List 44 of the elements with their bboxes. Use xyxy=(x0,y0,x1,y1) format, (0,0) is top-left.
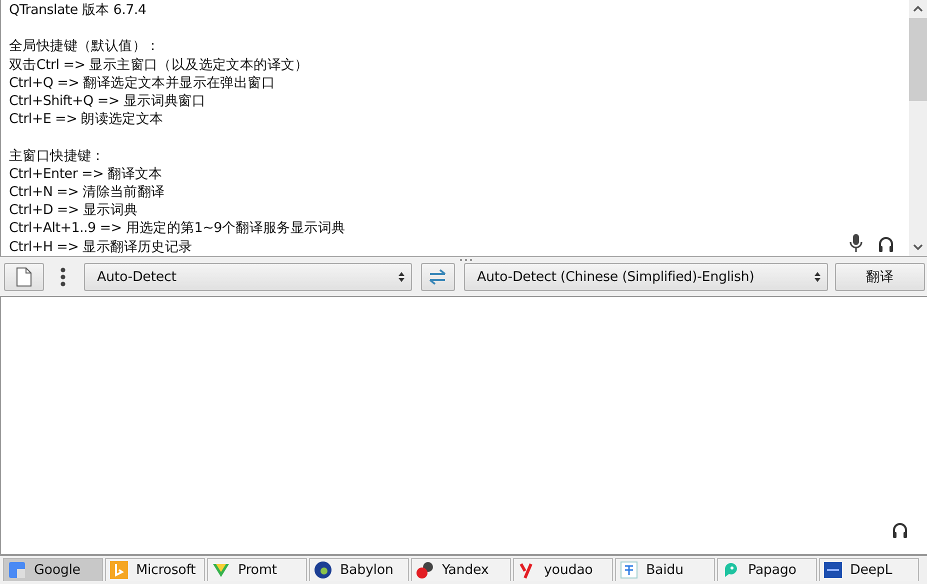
more-options-icon[interactable] xyxy=(60,266,66,286)
service-logo-icon xyxy=(722,561,740,579)
source-language-dropdown[interactable]: Auto-Detect xyxy=(84,262,412,290)
scrollbar[interactable] xyxy=(909,0,927,256)
swap-languages-button[interactable] xyxy=(421,262,455,290)
service-tab[interactable]: Yandex xyxy=(411,558,511,581)
dropdown-arrows-icon xyxy=(814,270,821,282)
target-language-dropdown[interactable]: Auto-Detect (Chinese (Simplified)-English) xyxy=(464,262,828,290)
service-tab[interactable]: Promt xyxy=(207,558,307,581)
headphones-icon[interactable] xyxy=(877,236,895,252)
text-line: Ctrl+E => 朗读选定文本 xyxy=(9,110,164,128)
text-line: Ctrl+H => 显示翻译历史记录 xyxy=(9,238,192,256)
translate-button[interactable]: 翻译 xyxy=(835,262,925,290)
text-line: 全局快捷键（默认值）： xyxy=(9,37,160,56)
service-tab[interactable]: Papago xyxy=(717,558,817,581)
microphone-icon[interactable] xyxy=(849,234,863,252)
service-logo-icon xyxy=(8,561,26,579)
service-tab[interactable]: Babylon xyxy=(309,558,409,581)
text-line: QTranslate 版本 6.7.4 xyxy=(9,1,146,20)
text-line: Ctrl+Enter => 翻译文本 xyxy=(9,164,162,183)
new-document-button[interactable] xyxy=(4,262,44,290)
service-tab[interactable]: DeepL xyxy=(819,558,919,581)
text-line: Ctrl+N => 清除当前翻译 xyxy=(9,183,165,202)
text-line: Ctrl+Q => 翻译选定文本并显示在弹出窗口 xyxy=(9,74,275,92)
service-logo-icon xyxy=(824,561,842,579)
text-line: 主窗口快捷键： xyxy=(9,146,105,165)
service-tab[interactable]: Google xyxy=(3,558,103,581)
text-line: Ctrl+Alt+1..9 => 用选定的第1~9个翻译服务显示词典 xyxy=(9,219,346,238)
service-logo-icon xyxy=(212,561,230,579)
scrollbar-thumb[interactable] xyxy=(909,18,927,101)
text-line: Ctrl+D => 显示词典 xyxy=(9,201,138,220)
text-line: 双击Ctrl => 显示主窗口（以及选定文本的译文） xyxy=(9,56,308,74)
service-logo-icon xyxy=(110,561,128,579)
service-logo-icon xyxy=(416,561,434,579)
splitter-handle[interactable] xyxy=(459,258,473,262)
service-tab[interactable]: Baidu xyxy=(615,558,715,581)
service-logo-icon xyxy=(314,561,332,579)
dropdown-arrows-icon xyxy=(398,270,405,282)
text-line: Ctrl+Shift+Q => 显示词典窗口 xyxy=(9,92,206,110)
service-tab[interactable]: Microsoft xyxy=(105,558,205,581)
service-tab[interactable]: youdao xyxy=(513,558,613,581)
service-logo-icon xyxy=(620,561,638,579)
headphones-icon[interactable] xyxy=(891,522,909,538)
document-icon xyxy=(16,266,32,286)
